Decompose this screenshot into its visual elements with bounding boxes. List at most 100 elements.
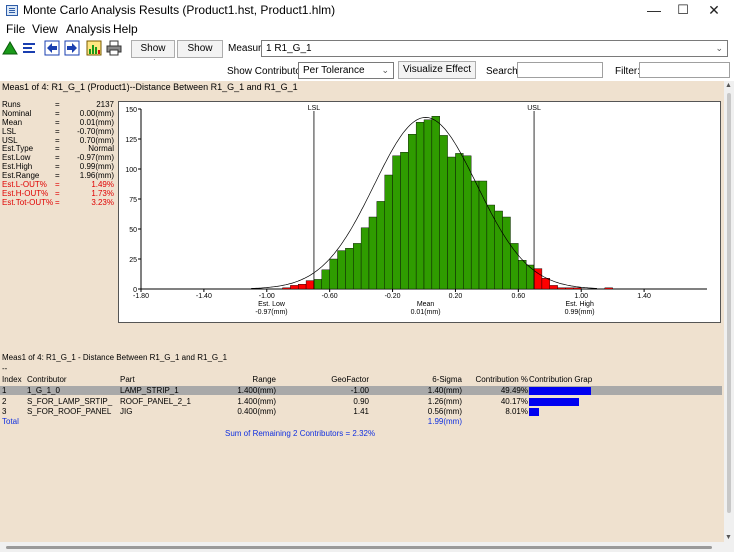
row-geofactor: 0.90 xyxy=(353,396,369,406)
total-label: Total xyxy=(2,417,19,426)
histogram-bar xyxy=(565,287,574,290)
row-part: JIG xyxy=(120,407,133,416)
histogram-bar xyxy=(549,285,558,290)
menu-help[interactable]: Help xyxy=(113,22,138,36)
contribution-bar xyxy=(529,397,580,406)
visualize-effect-button[interactable]: Visualize Effect xyxy=(398,61,476,79)
histogram-bar xyxy=(392,155,401,290)
table-row[interactable]: 3 S_FOR_ROOF_PANEL JIG 0.400(mm) 1.41 0.56(mm… xyxy=(0,407,722,416)
row-range: 1.400(mm) xyxy=(237,396,276,406)
histogram-bar xyxy=(313,279,323,290)
total-sigma: 1.99(mm) xyxy=(427,417,462,426)
histogram-bar xyxy=(400,152,409,290)
measure-value: 1 R1_G_1 xyxy=(266,43,312,54)
contributors-title: Meas1 of 4: R1_G_1 - Distance Between R1… xyxy=(2,353,228,362)
window-title: Monte Carlo Analysis Results (Product1.h… xyxy=(23,3,336,17)
vertical-scroll-thumb[interactable] xyxy=(727,93,731,513)
arrow-left-icon[interactable] xyxy=(44,40,60,56)
total-row: Total 1.99(mm) xyxy=(0,417,722,426)
horizontal-scrollbar[interactable] xyxy=(0,542,734,552)
y-tick-label: 150 xyxy=(125,107,137,114)
row-contributor: S_FOR_LAMP_SRTIP_ xyxy=(27,396,113,406)
show-max-button[interactable]: Show Max xyxy=(177,40,223,70)
vertical-scrollbar[interactable]: ▲ ▼ xyxy=(724,81,734,542)
x-tick-label: -1.40 xyxy=(196,293,212,300)
app-icon xyxy=(6,5,18,16)
stat-equals: = xyxy=(55,197,60,207)
measure-select[interactable]: 1 R1_G_1 ⌄ xyxy=(261,40,728,57)
menu-file[interactable]: File xyxy=(6,22,25,36)
row-pct: 40.17% xyxy=(500,396,528,406)
y-tick-label: 25 xyxy=(129,257,137,264)
histogram-bar xyxy=(470,180,480,290)
filter-label: Filter: xyxy=(615,66,640,77)
row-contributor: S_FOR_ROOF_PANEL xyxy=(27,407,112,416)
annotation-name: Mean xyxy=(417,301,435,308)
table-row[interactable]: 1 1_G_1_0 LAMP_STRIP_1 1.400(mm) -1.00 1.40(m… xyxy=(0,386,722,395)
row-range: 1.400(mm) xyxy=(237,386,276,395)
col-sigma-header[interactable]: 6-Sigma xyxy=(432,375,462,384)
histogram-bar xyxy=(290,285,299,290)
histogram-bar xyxy=(431,115,440,290)
histogram-bar xyxy=(384,174,393,290)
x-tick-label: 1.00 xyxy=(574,293,588,300)
remaining-contributors-note: Sum of Remaining 2 Contributors = 2.32% xyxy=(225,429,376,438)
scroll-up-icon[interactable]: ▲ xyxy=(725,82,732,89)
usl-label: USL xyxy=(527,105,541,112)
x-tick-label: -0.60 xyxy=(322,293,338,300)
row-part: LAMP_STRIP_1 xyxy=(120,386,179,395)
col-graph-header[interactable]: Contribution Grap xyxy=(529,375,592,384)
row-sigma: 0.56(mm) xyxy=(427,407,462,416)
histogram-bar xyxy=(463,155,472,290)
annotation-name: Est. Low xyxy=(258,301,286,308)
col-range-header[interactable]: Range xyxy=(252,375,276,384)
toolbar: Show Min Show Max Measure: 1 R1_G_1 ⌄ xyxy=(0,38,734,70)
col-contributor-header[interactable]: Contributor xyxy=(27,375,67,384)
col-index-header[interactable]: Index xyxy=(2,375,22,384)
horizontal-scroll-thumb[interactable] xyxy=(6,546,712,549)
histogram-bar xyxy=(321,269,330,290)
menu-view[interactable]: View xyxy=(32,22,58,36)
row-sigma: 1.40(mm) xyxy=(427,386,462,395)
menu-bar: File View Analysis Help xyxy=(0,22,734,38)
histogram-bar xyxy=(376,201,385,290)
histogram-bar xyxy=(353,243,362,290)
col-geofactor-header[interactable]: GeoFactor xyxy=(331,375,369,384)
row-range: 0.400(mm) xyxy=(237,407,276,416)
menu-analysis[interactable]: Analysis xyxy=(66,22,111,36)
stat-row: Est.Tot-OUT% = 3.23% xyxy=(2,197,114,208)
col-part-header[interactable]: Part xyxy=(120,375,135,384)
list-icon[interactable] xyxy=(21,40,37,56)
print-icon[interactable] xyxy=(106,40,122,56)
histogram-bar xyxy=(345,247,354,290)
scroll-down-icon[interactable]: ▼ xyxy=(725,534,732,541)
histogram-bar xyxy=(447,156,456,290)
show-min-button[interactable]: Show Min xyxy=(131,40,175,70)
x-tick-label: -1.80 xyxy=(133,293,149,300)
table-row[interactable]: 2 S_FOR_LAMP_SRTIP_ ROOF_PANEL_2_1 1.400(mm… xyxy=(0,397,722,406)
annotation-value: 0.01(mm) xyxy=(411,309,441,316)
histogram-bar xyxy=(502,216,511,290)
lsl-label: LSL xyxy=(308,105,321,112)
histogram-chart: 0 25 50 75 100 125 150 -1.80 -1.40 -1.00 -0.60 -0.2… xyxy=(118,101,721,323)
y-tick-label: 75 xyxy=(129,197,137,204)
contribution-bar xyxy=(529,387,591,395)
histogram-bar xyxy=(494,210,503,290)
row-geofactor: 1.41 xyxy=(353,407,369,416)
triangle-up-icon[interactable] xyxy=(2,40,18,56)
contributors-dash: -- xyxy=(2,364,8,373)
histogram-bar xyxy=(368,216,378,290)
filter-bar: Show Contributors: Per Tolerance ⌄ Visua… xyxy=(0,60,734,80)
contributors-header-row: Index Contributor Part Range GeoFactor 6… xyxy=(0,375,722,384)
filter-input[interactable] xyxy=(639,62,730,78)
search-input[interactable] xyxy=(517,62,603,78)
close-button[interactable]: ✕ xyxy=(694,0,734,22)
col-pct-header[interactable]: Contribution % xyxy=(476,375,528,384)
arrow-right-icon[interactable] xyxy=(64,40,80,56)
contributors-select[interactable]: Per Tolerance ⌄ xyxy=(298,62,394,79)
x-tick-label: 1.40 xyxy=(637,293,651,300)
histogram-icon[interactable] xyxy=(86,40,102,56)
chevron-down-icon: ⌄ xyxy=(381,65,389,75)
title-bar: Monte Carlo Analysis Results (Product1.h… xyxy=(0,0,734,22)
row-index: 1 xyxy=(2,386,7,395)
